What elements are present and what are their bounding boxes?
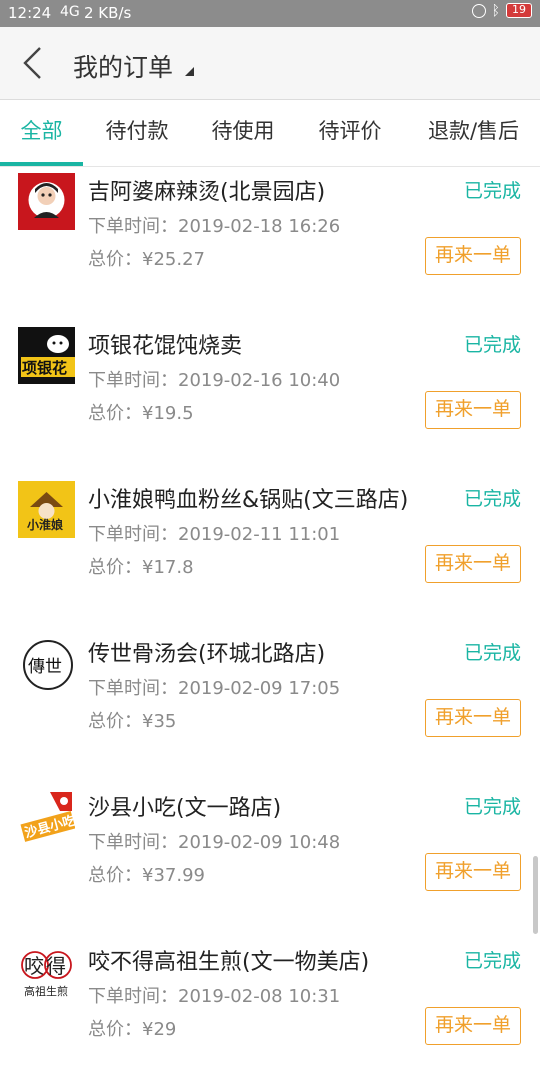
order-price-label: 总价：: [88, 1019, 142, 1040]
order-price-value: ¥29: [142, 1019, 177, 1040]
order-price-label: 总价：: [88, 865, 142, 886]
order-status: 已完成: [463, 950, 521, 972]
back-button[interactable]: [14, 45, 50, 81]
lock-rotation-icon: [471, 3, 486, 18]
order-time-value: 2019-02-09 10:48: [178, 832, 341, 853]
order-price-value: ¥19.5: [142, 403, 194, 424]
order-price-value: ¥17.8: [142, 557, 194, 578]
order-time-value: 2019-02-16 10:40: [178, 370, 341, 391]
page-title[interactable]: 我的订单: [73, 48, 173, 84]
store-name[interactable]: 传世骨汤会(环城北路店): [88, 636, 325, 668]
order-time-label: 下单时间：: [88, 986, 178, 1007]
reorder-button[interactable]: 再来一单: [425, 1007, 521, 1045]
reorder-button[interactable]: 再来一单: [425, 853, 521, 891]
order-status: 已完成: [463, 180, 521, 202]
order-tabs: 全部 待付款 待使用 待评价 退款/售后: [0, 100, 540, 167]
scrollbar[interactable]: [533, 856, 538, 934]
store-logo: 咬得 高祖生煎: [18, 943, 75, 1000]
store-logo: 项银花: [18, 327, 75, 384]
tab-pending-use[interactable]: 待使用: [202, 100, 284, 164]
order-price: 总价：¥17.8: [88, 553, 194, 579]
order-price: 总价：¥29: [88, 1015, 176, 1041]
battery-icon: 19: [506, 3, 532, 18]
order-status: 已完成: [463, 334, 521, 356]
order-time: 下单时间：2019-02-18 16:26: [88, 212, 340, 238]
order-price: 总价：¥25.27: [88, 245, 205, 271]
order-price: 总价：¥37.99: [88, 861, 205, 887]
store-logo: 沙县小吃: [18, 789, 75, 846]
store-logo: [18, 173, 75, 230]
order-price: 总价：¥35: [88, 707, 176, 733]
order-list[interactable]: 吉阿婆麻辣烫(北景园店) 已完成 下单时间：2019-02-18 16:26 总…: [0, 167, 540, 1080]
order-item[interactable]: 小淮娘 小淮娘鸭血粉丝&锅贴(文三路店) 已完成 下单时间：2019-02-11…: [0, 478, 540, 632]
order-time: 下单时间：2019-02-16 10:40: [88, 366, 340, 392]
order-item[interactable]: 项银花 项银花馄饨烧卖 已完成 下单时间：2019-02-16 10:40 总价…: [0, 324, 540, 478]
order-item[interactable]: 沙县小吃 沙县小吃(文一路店) 已完成 下单时间：2019-02-09 10:4…: [0, 786, 540, 940]
status-bar: 12:24 4G 2 KB/s ᛒ 19: [0, 0, 540, 27]
store-name[interactable]: 项银花馄饨烧卖: [88, 328, 242, 360]
tab-pending-review[interactable]: 待评价: [309, 100, 391, 164]
order-status: 已完成: [463, 642, 521, 664]
reorder-button[interactable]: 再来一单: [425, 699, 521, 737]
store-logo: 小淮娘: [18, 481, 75, 538]
order-time-label: 下单时间：: [88, 524, 178, 545]
reorder-button[interactable]: 再来一单: [425, 545, 521, 583]
order-price-label: 总价：: [88, 403, 142, 424]
logo-text: 项银花: [22, 359, 67, 377]
dropdown-caret-icon[interactable]: [185, 67, 194, 76]
logo-subtext: 高祖生煎: [24, 984, 68, 998]
order-item[interactable]: 咬得 高祖生煎 咬不得高祖生煎(文一物美店) 已完成 下单时间：2019-02-…: [0, 940, 540, 1080]
order-item[interactable]: 吉阿婆麻辣烫(北景园店) 已完成 下单时间：2019-02-18 16:26 总…: [0, 170, 540, 324]
order-time: 下单时间：2019-02-08 10:31: [88, 982, 340, 1008]
order-status: 已完成: [463, 488, 521, 510]
order-price-label: 总价：: [88, 557, 142, 578]
reorder-button[interactable]: 再来一单: [425, 237, 521, 275]
order-time-label: 下单时间：: [88, 678, 178, 699]
active-tab-indicator: [0, 162, 83, 166]
logo-text: 咬得: [24, 954, 68, 978]
order-time-value: 2019-02-08 10:31: [178, 986, 341, 1007]
order-price-label: 总价：: [88, 711, 142, 732]
tab-refund[interactable]: 退款/售后: [416, 100, 531, 164]
status-time: 12:24: [8, 4, 52, 22]
order-price: 总价：¥19.5: [88, 399, 194, 425]
reorder-button[interactable]: 再来一单: [425, 391, 521, 429]
tab-all[interactable]: 全部: [0, 100, 83, 164]
logo-text: 小淮娘: [27, 517, 63, 532]
store-logo: 傳世: [18, 635, 75, 692]
order-time: 下单时间：2019-02-09 17:05: [88, 674, 340, 700]
store-name[interactable]: 咬不得高祖生煎(文一物美店): [88, 944, 369, 976]
order-status: 已完成: [463, 796, 521, 818]
order-price-value: ¥35: [142, 711, 177, 732]
order-price-value: ¥37.99: [142, 865, 205, 886]
store-name[interactable]: 小淮娘鸭血粉丝&锅贴(文三路店): [88, 482, 408, 514]
order-item[interactable]: 傳世 传世骨汤会(环城北路店) 已完成 下单时间：2019-02-09 17:0…: [0, 632, 540, 786]
bluetooth-icon: ᛒ: [491, 2, 500, 19]
app-header: 我的订单: [0, 27, 540, 100]
order-time-value: 2019-02-09 17:05: [178, 678, 341, 699]
store-name[interactable]: 沙县小吃(文一路店): [88, 790, 281, 822]
order-time: 下单时间：2019-02-09 10:48: [88, 828, 340, 854]
status-icons: ᛒ 19: [471, 2, 532, 19]
order-time: 下单时间：2019-02-11 11:01: [88, 520, 340, 546]
order-time-value: 2019-02-18 16:26: [178, 216, 341, 237]
chevron-left-icon: [23, 47, 41, 79]
order-price-label: 总价：: [88, 249, 142, 270]
order-time-label: 下单时间：: [88, 370, 178, 391]
logo-text: 傳世: [28, 657, 62, 677]
order-time-label: 下单时间：: [88, 216, 178, 237]
network-icon: 4G: [60, 4, 80, 20]
network-speed: 2 KB/s: [84, 4, 132, 22]
tab-pending-payment[interactable]: 待付款: [96, 100, 178, 164]
order-price-value: ¥25.27: [142, 249, 205, 270]
order-time-label: 下单时间：: [88, 832, 178, 853]
order-time-value: 2019-02-11 11:01: [178, 524, 341, 545]
store-name[interactable]: 吉阿婆麻辣烫(北景园店): [88, 174, 325, 206]
